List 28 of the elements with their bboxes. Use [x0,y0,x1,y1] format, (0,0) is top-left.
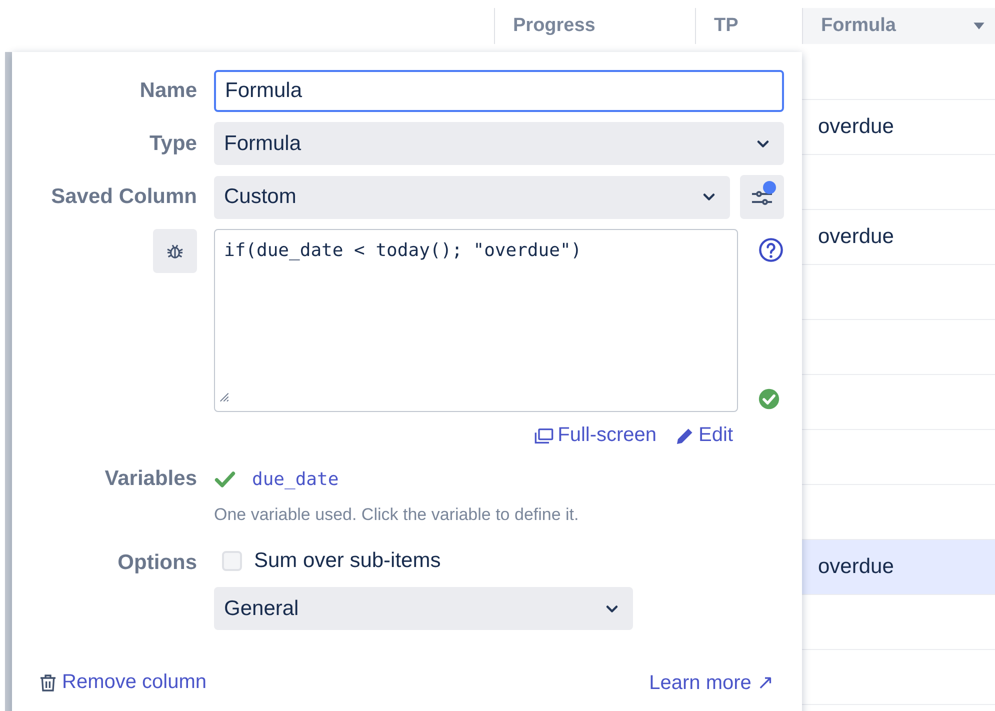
help-text: One variable used. Click the variable to define it. [214,505,580,525]
format-dropdown[interactable]: General [214,587,633,630]
column-header[interactable]: Progress [494,8,695,44]
sum-checkbox[interactable]: Sum over sub-items [222,549,441,573]
formula-code: if(due_date < today(); "overdue") [224,240,582,261]
edit-link[interactable]: Edit [674,424,733,447]
debug-button[interactable] [153,229,197,273]
field-label: Options [118,551,197,575]
remove-column-link[interactable]: Remove column [38,670,207,695]
settings-button[interactable] [740,175,784,219]
variable-link[interactable]: due_date [252,468,339,490]
field-label: Type [150,132,197,156]
full-screen-link[interactable]: Full-screen [534,424,657,447]
selected-table-row[interactable]: overdue [802,540,995,595]
learn-more-link[interactable]: Learn more ↗ [649,670,774,695]
saved-column-dropdown[interactable]: Custom [214,176,730,218]
table-cell-text: overdue [818,225,894,249]
type-dropdown[interactable]: Formula [214,122,784,165]
table-cell-text: overdue [818,555,894,579]
help-icon[interactable] [758,237,784,263]
field-label: Saved Column [51,185,197,209]
field-label: Variables [104,467,197,491]
formula-editor[interactable]: if(due_date < today(); "overdue") [214,229,738,412]
windows-icon [534,426,554,446]
table-cell-text: overdue [818,115,894,139]
field-label: Name [140,79,197,103]
name-field[interactable]: Formula [214,70,784,112]
trash-icon [38,672,58,692]
